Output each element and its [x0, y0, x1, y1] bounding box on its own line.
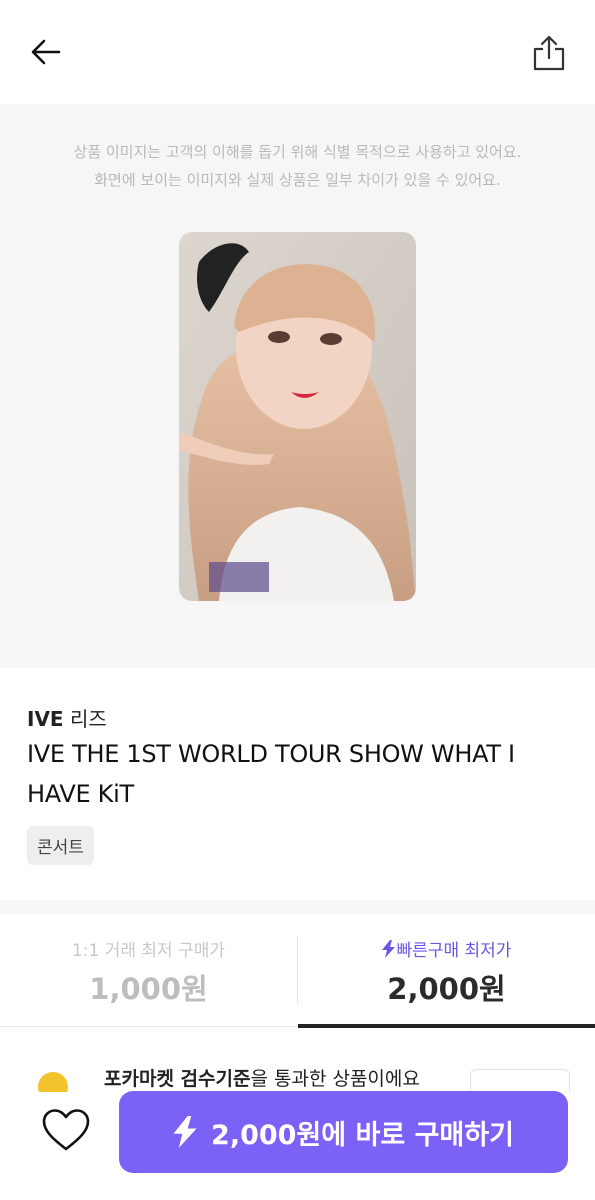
active-tab-indicator — [298, 1024, 595, 1028]
quick-price-label: 빠른구매 최저가 — [396, 941, 512, 961]
inspection-notice-text: 포카마켓 검수기준을 통과한 상품이에요 — [104, 1064, 420, 1091]
image-disclaimer: 상품 이미지는 고객의 이해를 돕기 위해 식별 목적으로 사용하고 있어요. … — [0, 138, 595, 194]
buy-now-label: 2,000원에 바로 구매하기 — [211, 1119, 514, 1151]
quick-price-label-row: 빠른구매 최저가 — [298, 936, 595, 961]
direct-price-value: 1,000원 — [89, 972, 208, 1006]
inspection-notice[interactable]: 포카마켓 검수기준을 통과한 상품이에요 — [0, 1062, 595, 1092]
member-name: 리즈 — [69, 707, 107, 731]
inspection-detail-button[interactable] — [470, 1069, 570, 1092]
wishlist-button[interactable] — [38, 1102, 94, 1158]
heart-icon — [42, 1109, 90, 1151]
inspection-badge-icon — [38, 1072, 68, 1092]
inspection-brand: 포카마켓 검수기준 — [104, 1068, 251, 1090]
category-tag[interactable]: 콘서트 — [27, 826, 94, 865]
top-bar — [0, 0, 595, 104]
photocard-image[interactable] — [179, 232, 416, 601]
buy-now-button[interactable]: 2,000원에 바로 구매하기 — [119, 1091, 568, 1173]
section-divider — [0, 900, 595, 914]
quick-price-value: 2,000원 — [387, 972, 506, 1006]
direct-price-label: 1:1 거래 최저 구매가 — [71, 941, 226, 961]
disclaimer-line-2: 화면에 보이는 이미지와 실제 상품은 일부 차이가 있을 수 있어요. — [94, 171, 501, 189]
tab-quick-buy-price[interactable]: 빠른구매 최저가 2,000원 — [298, 914, 595, 1026]
arrow-left-icon — [31, 39, 61, 65]
artist-line: IVE 리즈 — [27, 703, 107, 732]
group-name[interactable]: IVE — [27, 707, 64, 731]
tab-baseline — [0, 1026, 298, 1027]
back-button[interactable] — [26, 32, 66, 72]
inspection-rest: 을 통과한 상품이에요 — [250, 1068, 420, 1090]
product-title: IVE THE 1ST WORLD TOUR SHOW WHAT I HAVE … — [27, 740, 515, 808]
disclaimer-line-1: 상품 이미지는 고객의 이해를 돕기 위해 식별 목적으로 사용하고 있어요. — [73, 143, 522, 161]
lightning-icon — [381, 940, 395, 958]
share-icon — [533, 35, 565, 71]
lightning-icon — [173, 1116, 197, 1148]
share-button[interactable] — [528, 32, 570, 74]
tab-direct-trade-price[interactable]: 1:1 거래 최저 구매가 1,000원 — [0, 914, 297, 1026]
